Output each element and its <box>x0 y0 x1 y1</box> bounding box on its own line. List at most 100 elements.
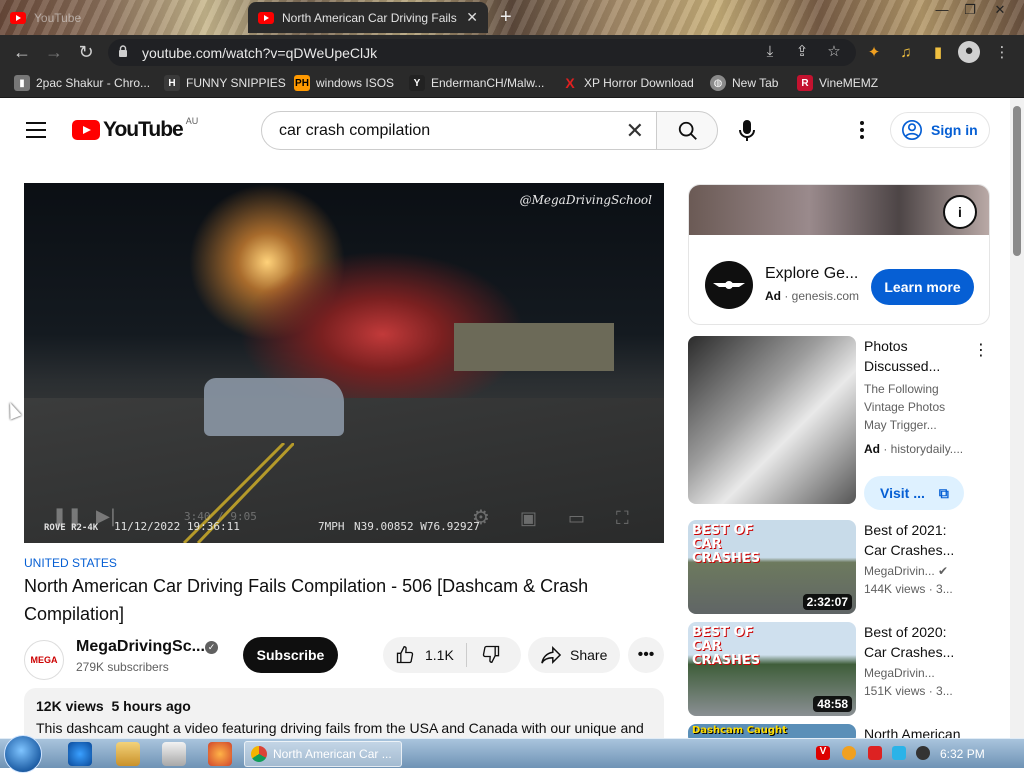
dislike-button[interactable] <box>467 644 515 667</box>
like-count: 1.1K <box>425 647 454 663</box>
like-dislike-group: 1.1K <box>383 637 521 673</box>
h-logo-icon: H <box>164 75 180 91</box>
bookmark-item[interactable]: X XP Horror Download <box>562 75 694 91</box>
pause-icon[interactable]: ❚❚ <box>52 506 82 527</box>
clear-search-icon[interactable]: ✕ <box>626 118 644 144</box>
related-video-item[interactable]: BEST OF CAR CRASHES 48:58 Best of 2020: … <box>688 622 990 716</box>
related-video-item[interactable]: BEST OF CAR CRASHES 2:32:07 Best of 2021… <box>688 520 990 614</box>
related-video-channel: The Following Vintage Photos May Trigger… <box>864 382 946 432</box>
like-button[interactable]: 1.1K <box>383 643 467 667</box>
video-location-tag[interactable]: UNITED STATES <box>24 556 117 570</box>
network-tray-icon[interactable] <box>892 746 906 760</box>
close-tab-icon[interactable]: ✕ <box>466 9 478 26</box>
sidebar-ad-card[interactable]: i Explore Ge... Ad · genesis.com Learn m… <box>688 184 990 325</box>
page-scrollbar[interactable] <box>1010 98 1024 738</box>
taskbar-clock[interactable]: 6:32 PM <box>940 747 985 761</box>
share-page-icon[interactable]: ⇪ <box>792 42 812 62</box>
antivirus-tray-icon[interactable]: V <box>816 746 830 760</box>
side-panel-icon[interactable]: ▮ <box>928 43 948 63</box>
video-thumbnail[interactable] <box>688 336 856 504</box>
share-arrow-icon <box>541 645 562 665</box>
settings-kebab-icon[interactable] <box>858 120 866 140</box>
search-icon <box>678 121 697 140</box>
r-logo-icon: R <box>797 75 813 91</box>
country-code: AU <box>185 116 199 126</box>
internet-explorer-icon[interactable] <box>68 742 92 766</box>
search-tray-icon[interactable] <box>842 746 856 760</box>
file-explorer-icon[interactable] <box>116 742 140 766</box>
video-thumbnail[interactable]: BEST OF CAR CRASHES 48:58 <box>688 622 856 716</box>
install-app-icon[interactable]: ⤓ <box>760 42 780 62</box>
address-bar[interactable]: youtube.com/watch?v=qDWeUpeClJk ⤓ ⇪ ☆ <box>108 39 856 66</box>
start-button[interactable] <box>4 735 42 773</box>
video-thumbnail[interactable]: Dashcam Caught <box>688 724 856 738</box>
media-controls-icon[interactable]: ♫ <box>896 43 916 63</box>
tab-youtube[interactable]: YouTube <box>0 2 244 33</box>
learn-more-button[interactable]: Learn more <box>871 269 974 305</box>
restore-window-button[interactable]: ❐ <box>956 2 984 18</box>
bookmark-item[interactable]: PH windows ISOS <box>294 75 394 91</box>
subscribe-button[interactable]: Subscribe <box>243 637 338 673</box>
more-vertical-icon[interactable]: ⋮ <box>973 340 989 360</box>
reload-icon[interactable]: ↻ <box>74 41 98 65</box>
visit-site-button[interactable]: Visit ... ⧉ <box>864 476 964 510</box>
related-video-item[interactable]: Dashcam Caught North American <box>688 724 990 738</box>
bookmark-item[interactable]: H FUNNY SNIPPIES <box>164 75 286 91</box>
channel-name[interactable]: MegaDrivingSc... <box>76 638 205 656</box>
search-input[interactable]: car crash compilation ✕ <box>261 111 657 150</box>
chrome-menu-icon[interactable]: ⋮ <box>992 43 1012 63</box>
volume-tray-icon[interactable] <box>916 746 930 760</box>
related-ad-item[interactable]: Photos Discussed... ⋮ The Following Vint… <box>688 336 990 510</box>
youtube-logo[interactable]: YouTube AU <box>72 116 199 142</box>
taskbar-chrome-window[interactable]: North American Car ... <box>244 741 402 767</box>
bookmark-label: FUNNY SNIPPIES <box>186 76 286 90</box>
close-window-button[interactable]: ✕ <box>986 2 1014 18</box>
thumbnail-overlay-text: Dashcam Caught <box>692 725 787 736</box>
profile-avatar-icon[interactable]: ● <box>958 41 980 63</box>
thumbs-down-icon <box>482 645 499 663</box>
account-circle-icon <box>902 120 922 140</box>
description-box[interactable]: 12K views 5 hours ago This dashcam caugh… <box>24 688 664 738</box>
fullscreen-icon[interactable]: ⛶ <box>616 508 629 529</box>
sign-in-button[interactable]: Sign in <box>890 112 990 148</box>
tab-title: YouTube <box>34 10 82 25</box>
miniplayer-icon[interactable]: ▣ <box>520 508 537 529</box>
new-tab-button[interactable]: + <box>500 6 512 29</box>
search-button[interactable] <box>656 111 718 150</box>
thumbs-up-icon <box>396 645 414 664</box>
media-player-icon[interactable] <box>162 742 186 766</box>
bookmark-item[interactable]: Y EndermanCH/Malw... <box>409 75 544 91</box>
forward-arrow-icon[interactable]: → <box>42 41 66 65</box>
minimize-window-button[interactable]: — <box>928 2 956 18</box>
related-video-meta: 144K views · 3... <box>864 582 953 596</box>
more-actions-button[interactable]: ••• <box>628 637 664 673</box>
scrollbar-thumb[interactable] <box>1013 106 1021 256</box>
settings-gear-icon[interactable]: ⚙ <box>472 505 490 529</box>
bookmark-item[interactable]: ◍ New Tab <box>710 75 778 91</box>
bookmark-label: 2pac Shakur - Chro... <box>36 76 151 90</box>
theater-mode-icon[interactable]: ▭ <box>568 508 585 529</box>
tab-active-video[interactable]: North American Car Driving Fails ✕ <box>248 2 488 33</box>
channel-avatar[interactable]: MEGA <box>24 640 64 680</box>
youtube-play-icon <box>72 120 100 140</box>
video-thumbnail[interactable]: BEST OF CAR CRASHES 2:32:07 <box>688 520 856 614</box>
video-time: 3:40 / 9:05 <box>184 510 257 523</box>
menu-icon[interactable] <box>26 122 46 143</box>
bookmark-star-icon[interactable]: ☆ <box>824 42 844 62</box>
paint-app-icon[interactable] <box>208 742 232 766</box>
next-video-icon[interactable]: ▶| <box>96 506 116 527</box>
upload-age: 5 hours ago <box>111 698 191 714</box>
extensions-icon[interactable]: ✦ <box>864 43 884 63</box>
ad-domain: historydaily.... <box>890 442 964 456</box>
video-player[interactable]: @MegaDrivingSchool ROVE R2-4K 11/12/2022… <box>24 183 664 543</box>
bookmark-item[interactable]: ▮ 2pac Shakur - Chro... <box>14 75 150 91</box>
back-arrow-icon[interactable]: ← <box>10 41 34 65</box>
video-watermark: @MegaDrivingSchool <box>519 193 652 207</box>
share-button[interactable]: Share <box>528 637 620 673</box>
bookmark-item[interactable]: R VineMEMZ <box>797 75 878 91</box>
bookmark-icon: ▮ <box>14 75 30 91</box>
url-text: youtube.com/watch?v=qDWeUpeClJk <box>142 45 378 61</box>
microphone-icon[interactable] <box>732 112 762 148</box>
info-icon[interactable]: i <box>943 195 977 229</box>
flag-tray-icon[interactable] <box>868 746 882 760</box>
